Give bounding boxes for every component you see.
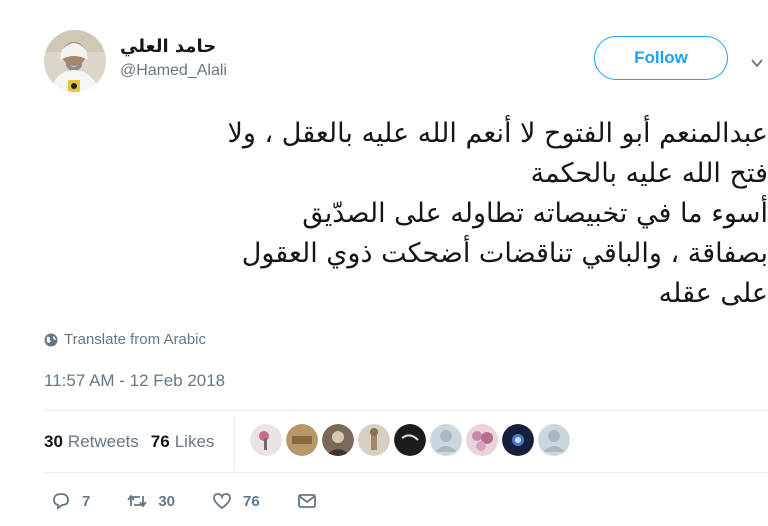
retweet-icon bbox=[127, 494, 148, 508]
avatar[interactable] bbox=[44, 30, 106, 92]
liker-avatar[interactable] bbox=[286, 424, 318, 456]
chevron-down-icon[interactable] bbox=[750, 56, 764, 70]
stats-separator bbox=[234, 414, 235, 470]
tweet-line: على عقله bbox=[658, 278, 768, 309]
retweets-stat[interactable]: 30 Retweets bbox=[44, 432, 139, 452]
handle[interactable]: @Hamed_Alali bbox=[120, 60, 227, 82]
liker-avatars bbox=[250, 424, 570, 456]
likes-label: Likes bbox=[174, 432, 215, 451]
like-count: 76 bbox=[243, 492, 260, 510]
tweet-actions: 7 30 76 bbox=[50, 490, 354, 512]
globe-icon bbox=[44, 333, 58, 346]
translate-link[interactable]: Translate from Arabic bbox=[44, 331, 206, 348]
tweet-header: حامد العلي @Hamed_Alali Follow bbox=[44, 28, 768, 98]
liker-avatar[interactable] bbox=[430, 424, 462, 456]
avatar-image bbox=[44, 30, 106, 92]
retweet-button[interactable]: 30 bbox=[126, 490, 175, 512]
reply-icon bbox=[53, 493, 69, 510]
like-button[interactable]: 76 bbox=[211, 490, 260, 512]
timestamp[interactable]: 11:57 AM - 12 Feb 2018 bbox=[44, 371, 225, 391]
liker-avatar[interactable] bbox=[250, 424, 282, 456]
tweet-line: عبدالمنعم أبو الفتوح لا أنعم الله عليه ب… bbox=[227, 118, 768, 149]
liker-avatar[interactable] bbox=[502, 424, 534, 456]
divider bbox=[44, 472, 768, 473]
divider bbox=[44, 410, 768, 411]
retweets-count: 30 bbox=[44, 432, 63, 451]
heart-icon bbox=[213, 493, 231, 510]
reply-count: 7 bbox=[82, 492, 91, 510]
engagement-stats: 30 Retweets 76 Likes bbox=[44, 428, 226, 456]
author-names: حامد العلي @Hamed_Alali bbox=[120, 36, 227, 82]
display-name[interactable]: حامد العلي bbox=[120, 36, 227, 58]
envelope-icon bbox=[297, 494, 316, 508]
liker-avatar[interactable] bbox=[322, 424, 354, 456]
liker-avatar[interactable] bbox=[538, 424, 570, 456]
liker-avatar[interactable] bbox=[358, 424, 390, 456]
tweet-text: عبدالمنعم أبو الفتوح لا أنعم الله عليه ب… bbox=[28, 114, 768, 314]
translate-label: Translate from Arabic bbox=[64, 331, 206, 348]
liker-avatar[interactable] bbox=[466, 424, 498, 456]
retweet-count: 30 bbox=[158, 492, 176, 510]
tweet-line: فتح الله عليه بالحكمة bbox=[530, 158, 768, 189]
tweet-line: بصفاقة ، والباقي تناقضات أضحكت ذوي العقو… bbox=[241, 238, 768, 269]
likes-count: 76 bbox=[150, 432, 170, 451]
retweets-label: Retweets bbox=[67, 432, 139, 451]
reply-button[interactable]: 7 bbox=[50, 490, 90, 512]
liker-avatar[interactable] bbox=[394, 424, 426, 456]
tweet-line: أسوء ما في تخبيصاته تطاوله على الصدّيق bbox=[302, 198, 768, 229]
follow-button[interactable]: Follow bbox=[594, 36, 728, 80]
direct-message-button[interactable] bbox=[296, 490, 318, 512]
likes-stat[interactable]: 76 Likes bbox=[151, 432, 215, 452]
